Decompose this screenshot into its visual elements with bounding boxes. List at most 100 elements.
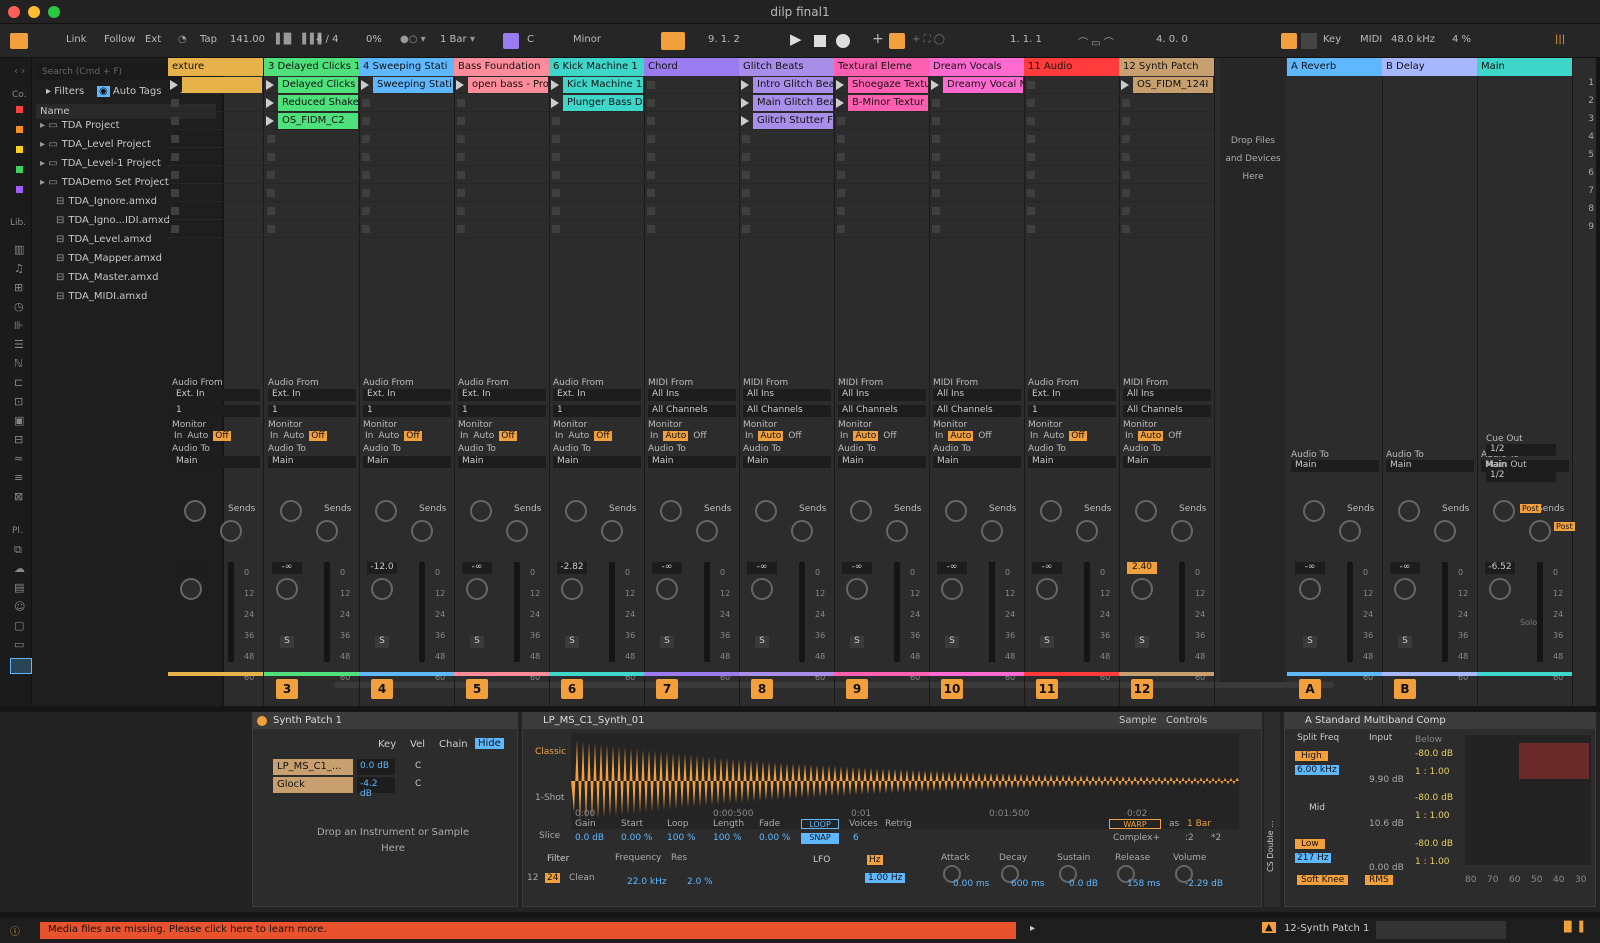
param-value[interactable]: 100 % <box>667 833 696 843</box>
scene-number[interactable]: 2 <box>1554 96 1594 106</box>
loop-toggle[interactable]: LOOP <box>801 819 839 829</box>
input-channel-select[interactable]: 1 <box>268 405 356 417</box>
clip-slot[interactable] <box>359 166 454 184</box>
env-value[interactable]: -2.29 dB <box>1185 879 1223 889</box>
clip-stop-icon[interactable] <box>742 153 750 161</box>
input-source-select[interactable]: Ext. In <box>363 389 451 401</box>
clip-slot[interactable] <box>1024 112 1119 130</box>
collection-yellow-icon[interactable] <box>16 146 23 153</box>
clip-stop-icon[interactable] <box>647 189 655 197</box>
clip-stop-icon[interactable] <box>171 171 179 179</box>
classic-mode[interactable]: Classic <box>535 747 566 757</box>
clip[interactable]: B-Minor Textur <box>848 95 928 111</box>
clip-slot[interactable] <box>1024 184 1119 202</box>
send-b-knob[interactable] <box>506 520 528 542</box>
clip-slot[interactable] <box>929 130 1024 148</box>
pan-knob[interactable] <box>1036 578 1058 600</box>
clip-stop-icon[interactable] <box>647 225 655 233</box>
pan-knob[interactable] <box>371 578 393 600</box>
clip-stop-icon[interactable] <box>362 117 370 125</box>
clip-slot[interactable]: Kick Machine 1 <box>549 76 644 94</box>
input-source-select[interactable]: Ext. In <box>268 389 356 401</box>
clip-stop-icon[interactable] <box>552 207 560 215</box>
clip[interactable]: Sweeping Stati <box>373 77 453 93</box>
clip-slot[interactable] <box>929 220 1024 238</box>
clip-launch-icon[interactable] <box>266 80 274 90</box>
return-header[interactable]: A Reverb <box>1287 58 1382 76</box>
clip-stop-icon[interactable] <box>647 207 655 215</box>
clip-stop-icon[interactable] <box>837 153 845 161</box>
send-b-knob[interactable] <box>601 520 623 542</box>
input-source-select[interactable]: Ext. In <box>458 389 546 401</box>
missing-media-message[interactable]: Media files are missing. Please click he… <box>40 922 1016 939</box>
clip-slot[interactable] <box>549 166 644 184</box>
clip-slot[interactable] <box>264 148 359 166</box>
loop-start-field[interactable]: 1. 1. 1 <box>1010 34 1042 45</box>
send-b-knob[interactable] <box>316 520 338 542</box>
param-value[interactable]: 0.00 % <box>759 833 790 843</box>
clip-slot[interactable] <box>1024 76 1119 94</box>
clip[interactable]: Kick Machine 1 <box>563 77 643 93</box>
return-header[interactable]: Main <box>1477 58 1572 76</box>
quantize-select[interactable]: 1 Bar <box>440 34 467 45</box>
browser-item[interactable]: ⊟ TDA_Master.amxd <box>56 272 158 290</box>
clip-slot[interactable] <box>739 184 834 202</box>
arrangement-record-icon[interactable] <box>661 32 685 50</box>
param-value[interactable]: 0.0 dB <box>575 833 604 843</box>
filter-toggle[interactable]: Filter <box>547 854 569 864</box>
clip-stop-icon[interactable] <box>742 135 750 143</box>
snap-toggle[interactable]: SNAP <box>801 833 839 844</box>
clip-stop-icon[interactable] <box>171 117 179 125</box>
clip-slot[interactable] <box>929 184 1024 202</box>
clip-slot[interactable] <box>1024 94 1119 112</box>
monitor-in-button[interactable]: In <box>935 431 943 441</box>
monitor-buttons[interactable]: In Auto Off <box>174 431 269 441</box>
clip-slot[interactable] <box>644 112 739 130</box>
clip-slot[interactable] <box>834 130 929 148</box>
browser-item[interactable]: ⊟ TDA_Igno...IDI.amxd <box>56 215 170 233</box>
collection-purple-icon[interactable] <box>16 186 23 193</box>
clip-slot[interactable] <box>454 130 549 148</box>
clip-stop-icon[interactable] <box>647 117 655 125</box>
clip-launch-icon[interactable] <box>931 80 939 90</box>
controls-tab[interactable]: Controls <box>1166 715 1207 726</box>
input-source-select[interactable]: All Ins <box>838 389 926 401</box>
send-a-knob[interactable] <box>1398 500 1420 522</box>
clip-slot[interactable] <box>549 220 644 238</box>
track-header[interactable]: 11 Audio <box>1024 58 1119 76</box>
nudge-icon[interactable]: ▐▐▌ ▐▐▐ <box>272 34 321 45</box>
clip-stop-icon[interactable] <box>647 153 655 161</box>
clip-stop-icon[interactable] <box>1027 171 1035 179</box>
monitor-in-button[interactable]: In <box>1125 431 1133 441</box>
low-band-toggle[interactable]: Low <box>1295 839 1325 849</box>
double-button[interactable]: *2 <box>1211 833 1221 843</box>
send-a-knob[interactable] <box>375 500 397 522</box>
clip-slot[interactable] <box>1119 202 1214 220</box>
monitor-off-button[interactable]: Off <box>1168 431 1181 441</box>
clip-slot[interactable] <box>454 166 549 184</box>
monitor-auto-button[interactable]: Auto <box>378 431 399 441</box>
clip-slot[interactable] <box>549 202 644 220</box>
pan-knob[interactable] <box>941 578 963 600</box>
monitor-in-button[interactable]: In <box>174 431 182 441</box>
clip-stop-icon[interactable] <box>552 171 560 179</box>
scene-number[interactable]: 9 <box>1554 222 1594 232</box>
high-band-toggle[interactable]: High <box>1295 751 1328 761</box>
send-b-knob[interactable] <box>1339 520 1361 542</box>
chain-2-name[interactable]: Glock <box>273 777 353 793</box>
scene-number[interactable]: 8 <box>1554 204 1594 214</box>
chain-2-volume[interactable]: -4.2 dB <box>357 777 395 799</box>
monitor-buttons[interactable]: In Auto Off <box>935 431 1030 441</box>
clip-slot[interactable] <box>454 148 549 166</box>
link-button[interactable]: Link <box>66 34 86 45</box>
clip-slot[interactable]: OS_FIDM_124I <box>1119 76 1214 94</box>
clip-slot[interactable] <box>1119 166 1214 184</box>
clip[interactable]: Dreamy Vocal M <box>943 77 1023 93</box>
below-low-ratio[interactable]: 1 : 1.00 <box>1415 857 1450 867</box>
clip-slot[interactable] <box>1119 148 1214 166</box>
output-select[interactable]: Main <box>268 456 356 468</box>
draw-mode-icon[interactable] <box>1281 33 1297 49</box>
clip-slot[interactable] <box>549 148 644 166</box>
volume-value[interactable]: -∞ <box>842 562 872 574</box>
clip-slot[interactable] <box>549 130 644 148</box>
